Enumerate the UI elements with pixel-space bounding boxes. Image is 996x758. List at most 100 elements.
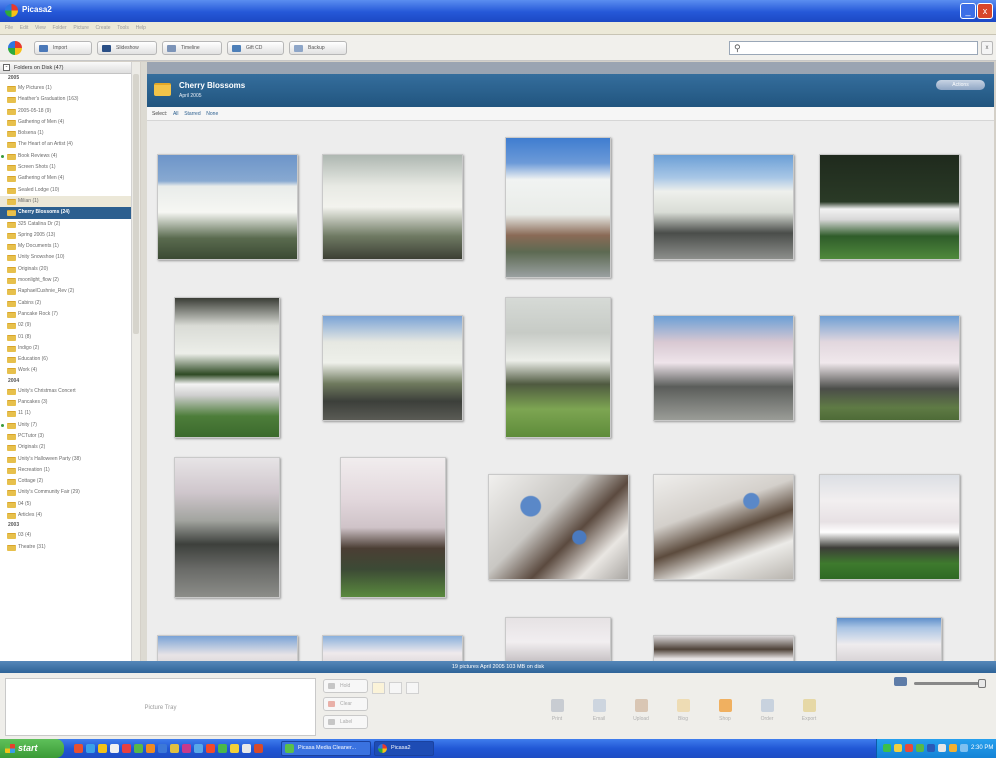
- tray-icon[interactable]: [894, 744, 902, 752]
- folder-item[interactable]: Unity's Community Fair (29): [0, 487, 139, 498]
- photo-thumbnail[interactable]: [819, 315, 960, 421]
- folder-item[interactable]: Unity's Halloween Party (38): [0, 454, 139, 465]
- folder-item[interactable]: My Pictures (1): [0, 83, 139, 94]
- backup-button[interactable]: Backup: [289, 41, 347, 55]
- export-tool[interactable]: Export: [797, 699, 821, 735]
- photo-thumbnail[interactable]: [340, 457, 446, 598]
- rotate-right-button[interactable]: [406, 682, 419, 694]
- photo-thumbnail[interactable]: [157, 635, 298, 661]
- search-clear-button[interactable]: x: [981, 41, 993, 55]
- folder-item[interactable]: 11 (1): [0, 408, 139, 419]
- folder-item[interactable]: Unity's Christmas Concert: [0, 386, 139, 397]
- gift-cd-button[interactable]: Gift CD: [227, 41, 284, 55]
- folder-item[interactable]: 01 (8): [0, 332, 139, 343]
- shop-tool[interactable]: Shop: [713, 699, 737, 735]
- timeline-button[interactable]: Timeline: [162, 41, 222, 55]
- folder-item[interactable]: RaphaelCushnie_Rev (2): [0, 286, 139, 297]
- menu-picture[interactable]: Picture: [73, 22, 89, 35]
- close-button[interactable]: x: [977, 3, 993, 19]
- quicklaunch-icon[interactable]: [98, 744, 107, 753]
- quicklaunch-icon[interactable]: [170, 744, 179, 753]
- sidebar-scrollbar[interactable]: [131, 62, 140, 661]
- folder-item[interactable]: Gathering of Men (4): [0, 173, 139, 184]
- quicklaunch-icon[interactable]: [182, 744, 191, 753]
- folder-item[interactable]: Sealed Lodge (10): [0, 185, 139, 196]
- upload-tool[interactable]: Upload: [629, 699, 653, 735]
- photo-thumbnail[interactable]: [653, 315, 794, 421]
- search-input[interactable]: ⚲: [729, 41, 978, 55]
- folder-item[interactable]: Unity Snowshoe (10): [0, 252, 139, 263]
- start-button[interactable]: start: [0, 739, 64, 758]
- clear-button[interactable]: Clear: [323, 697, 368, 711]
- folders-on-disk-header[interactable]: - Folders on Disk (47): [0, 62, 139, 74]
- star-toggle-button[interactable]: [372, 682, 385, 694]
- email-tool[interactable]: Email: [587, 699, 611, 735]
- photo-thumbnail[interactable]: [653, 474, 794, 580]
- photo-thumbnail[interactable]: [322, 635, 463, 661]
- menu-edit[interactable]: Edit: [20, 22, 29, 35]
- photo-thumbnail[interactable]: [322, 315, 463, 421]
- blog-tool[interactable]: Blog: [671, 699, 695, 735]
- quicklaunch-icon[interactable]: [86, 744, 95, 753]
- expand-indicator-icon[interactable]: [1, 154, 4, 158]
- quicklaunch-icon[interactable]: [254, 744, 263, 753]
- menu-tools[interactable]: Tools: [117, 22, 129, 35]
- photo-thumbnail[interactable]: [322, 154, 463, 260]
- folder-item[interactable]: Pancakes (3): [0, 397, 139, 408]
- folder-item[interactable]: Pancake Rock (7): [0, 309, 139, 320]
- slideshow-button[interactable]: Slideshow: [97, 41, 157, 55]
- tray-icon[interactable]: [905, 744, 913, 752]
- quicklaunch-icon[interactable]: [134, 744, 143, 753]
- taskbar-item-picasa[interactable]: Picasa2: [374, 741, 434, 756]
- folder-item[interactable]: Originals (20): [0, 264, 139, 275]
- quicklaunch-icon[interactable]: [218, 744, 227, 753]
- tray-icon[interactable]: [938, 744, 946, 752]
- quicklaunch-icon[interactable]: [206, 744, 215, 753]
- photo-thumbnail[interactable]: [819, 154, 960, 260]
- actions-button[interactable]: Actions: [936, 80, 985, 90]
- folder-item[interactable]: Book Reviews (4): [0, 151, 139, 162]
- select-all-link[interactable]: All: [173, 107, 179, 121]
- tray-icon[interactable]: [916, 744, 924, 752]
- folder-item[interactable]: Spring 2005 (13): [0, 230, 139, 241]
- folder-item-selected[interactable]: Cherry Blossoms (24): [0, 207, 139, 219]
- select-none-link[interactable]: None: [206, 107, 218, 121]
- folder-item[interactable]: Bolsena (1): [0, 128, 139, 139]
- tray-icon[interactable]: [927, 744, 935, 752]
- photo-thumbnail[interactable]: [836, 617, 942, 661]
- picture-tray[interactable]: Picture Tray: [5, 678, 316, 736]
- photo-thumbnail[interactable]: [505, 297, 611, 438]
- rotate-left-button[interactable]: [389, 682, 402, 694]
- sidebar-scroll-thumb[interactable]: [133, 74, 139, 334]
- folder-item[interactable]: My Documents (1): [0, 241, 139, 252]
- quicklaunch-icon[interactable]: [194, 744, 203, 753]
- folder-item[interactable]: Cottage (2): [0, 476, 139, 487]
- menu-file[interactable]: File: [5, 22, 13, 35]
- volume-icon[interactable]: [960, 744, 968, 752]
- quicklaunch-icon[interactable]: [146, 744, 155, 753]
- folder-item[interactable]: Theatre (31): [0, 542, 139, 553]
- quicklaunch-icon[interactable]: [122, 744, 131, 753]
- folder-item[interactable]: 04 (5): [0, 499, 139, 510]
- quicklaunch-icon[interactable]: [74, 744, 83, 753]
- photo-thumbnail[interactable]: [653, 635, 794, 661]
- minimize-button[interactable]: _: [960, 3, 976, 19]
- folder-item[interactable]: Articles (4): [0, 510, 139, 521]
- folder-item[interactable]: Recreation (1): [0, 465, 139, 476]
- photo-thumbnail[interactable]: [505, 137, 611, 278]
- folder-item[interactable]: 2005-05-18 (9): [0, 106, 139, 117]
- photo-thumbnail[interactable]: [505, 617, 611, 661]
- folder-item[interactable]: PCTutor (3): [0, 431, 139, 442]
- quicklaunch-icon[interactable]: [230, 744, 239, 753]
- import-button[interactable]: Import: [34, 41, 92, 55]
- folder-item[interactable]: The Heart of an Artist (4): [0, 139, 139, 150]
- photo-thumbnail[interactable]: [174, 297, 280, 438]
- label-button[interactable]: Label: [323, 715, 368, 729]
- folder-item[interactable]: Cabins (2): [0, 298, 139, 309]
- photo-thumbnail[interactable]: [174, 457, 280, 598]
- collapse-toggle-icon[interactable]: -: [3, 64, 10, 71]
- menu-create[interactable]: Create: [96, 22, 111, 35]
- photo-thumbnail[interactable]: [157, 154, 298, 260]
- menu-help[interactable]: Help: [136, 22, 146, 35]
- zoom-slider-knob[interactable]: [978, 679, 986, 688]
